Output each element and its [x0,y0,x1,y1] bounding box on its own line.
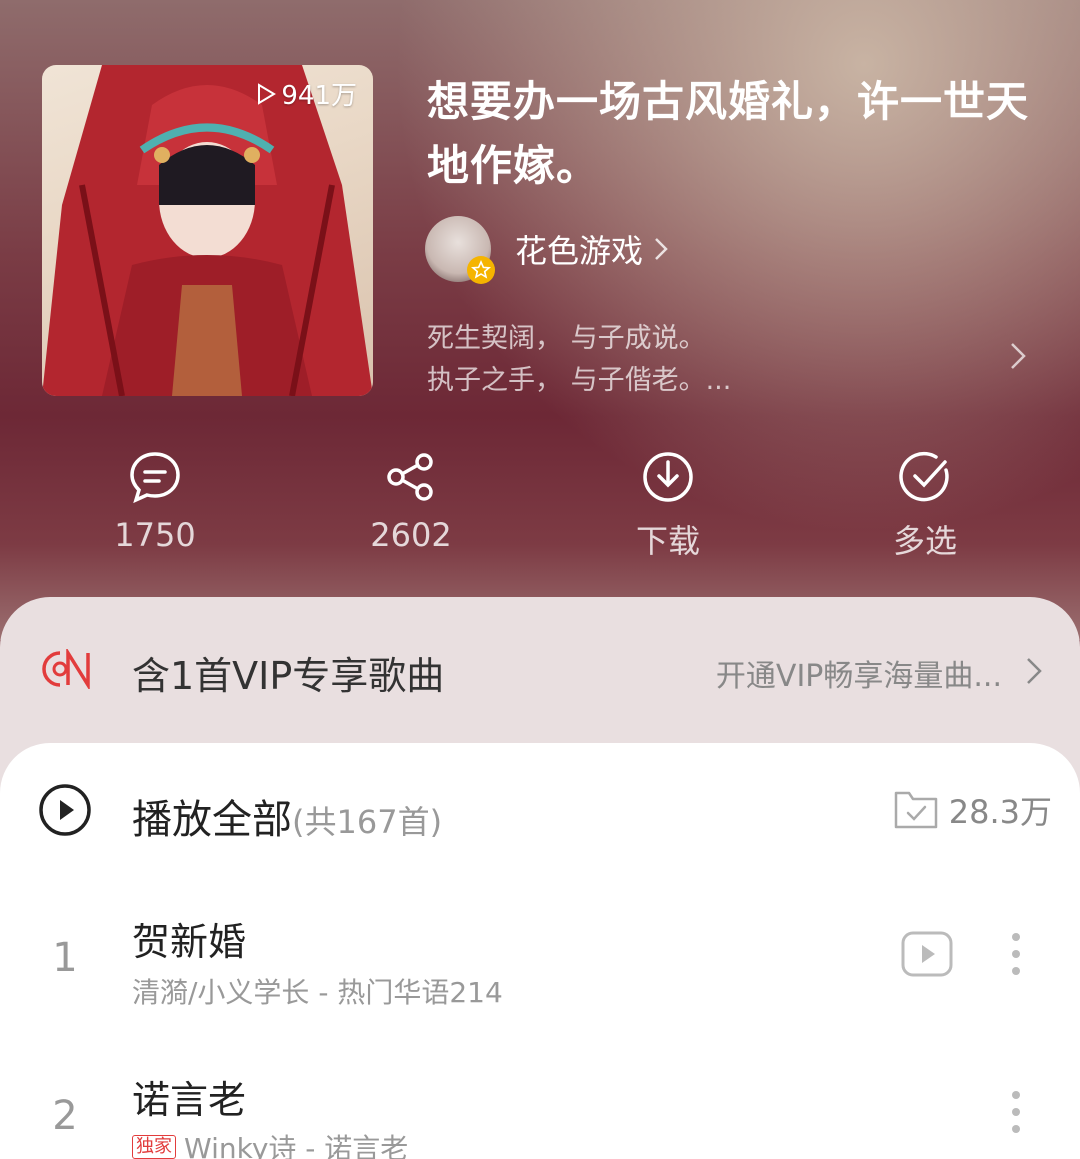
chevron-right-icon [1027,658,1042,684]
share-button[interactable]: 2602 [311,450,511,554]
folder-check-icon [894,791,937,829]
play-icon [258,82,277,105]
play-all-label[interactable]: 播放全部(共167首) [132,787,442,845]
download-icon [643,452,693,502]
description-line: 执子之手， 与子偕老。... [427,365,732,396]
exclusive-tag: 独家 [132,1135,176,1159]
mv-play-icon[interactable] [900,929,954,979]
playlist-title: 想要办一场古风婚礼，许一世天地作嫁。 [427,77,1030,190]
check-circle-icon [899,451,949,502]
song-title: 贺新婚 [132,920,247,964]
song-list: 播放全部(共167首) 28.3万 1 贺新婚 清漪/小义学长 - 热门华语21… [0,743,1080,1159]
song-title: 诺言老 [132,1078,247,1122]
download-button[interactable]: 下载 [568,450,768,562]
song-artist-album: 清漪/小义学长 - 热门华语214 [132,976,503,1009]
multiselect-button[interactable]: 多选 [825,450,1025,562]
playlist-cover[interactable]: 941万 [42,65,373,396]
play-all-text: 播放全部 [132,797,292,843]
song-index: 2 [52,1093,78,1139]
multiselect-label: 多选 [892,522,957,560]
description-line: 死生契阔， 与子成说。 [427,323,706,354]
song-artist-album: Winky诗 - 诺言老 [184,1132,409,1159]
creator-name[interactable]: 花色游戏 [515,226,643,272]
play-count: 941万 [255,75,357,112]
collect-count: 28.3万 [948,793,1052,831]
cover-artwork [42,65,373,396]
play-all-icon[interactable] [38,783,92,837]
song-row[interactable]: 2 诺言老 独家 Winky诗 - 诺言老 [0,1041,1080,1159]
download-label: 下载 [635,522,700,560]
chevron-right-icon [655,238,668,260]
vip-label: 含1首VIP专享歌曲 [132,654,445,698]
play-count-value: 941万 [281,81,357,111]
play-all-row[interactable]: 播放全部(共167首) 28.3万 [0,743,1080,873]
song-row[interactable]: 1 贺新婚 清漪/小义学长 - 热门华语214 [0,883,1080,1033]
vip-logo-icon [42,649,90,689]
playlist-description[interactable]: 死生契阔， 与子成说。 执子之手， 与子偕老。... [427,318,987,402]
comment-icon [130,452,180,504]
song-subtitle: 独家 Winky诗 - 诺言老 [132,1127,408,1159]
song-index: 1 [52,935,78,981]
share-icon [387,453,433,501]
more-options-icon[interactable] [1004,931,1028,977]
collect-button[interactable]: 28.3万 [893,787,1052,833]
song-count: (共167首) [292,803,443,841]
creator-avatar[interactable] [425,216,495,284]
comment-count: 1750 [114,516,196,554]
share-count: 2602 [370,516,452,554]
more-options-icon[interactable] [1004,1089,1028,1135]
vip-cta[interactable]: 开通VIP畅享海量曲... [716,651,1002,695]
description-chevron-icon[interactable] [1008,340,1028,372]
vip-star-badge-icon [467,256,495,284]
action-bar: 1750 2602 下载 多选 [0,450,1080,570]
song-subtitle: 清漪/小义学长 - 热门华语214 [132,971,503,1011]
creator-link[interactable]: 花色游戏 [425,214,669,284]
comment-button[interactable]: 1750 [55,450,255,554]
